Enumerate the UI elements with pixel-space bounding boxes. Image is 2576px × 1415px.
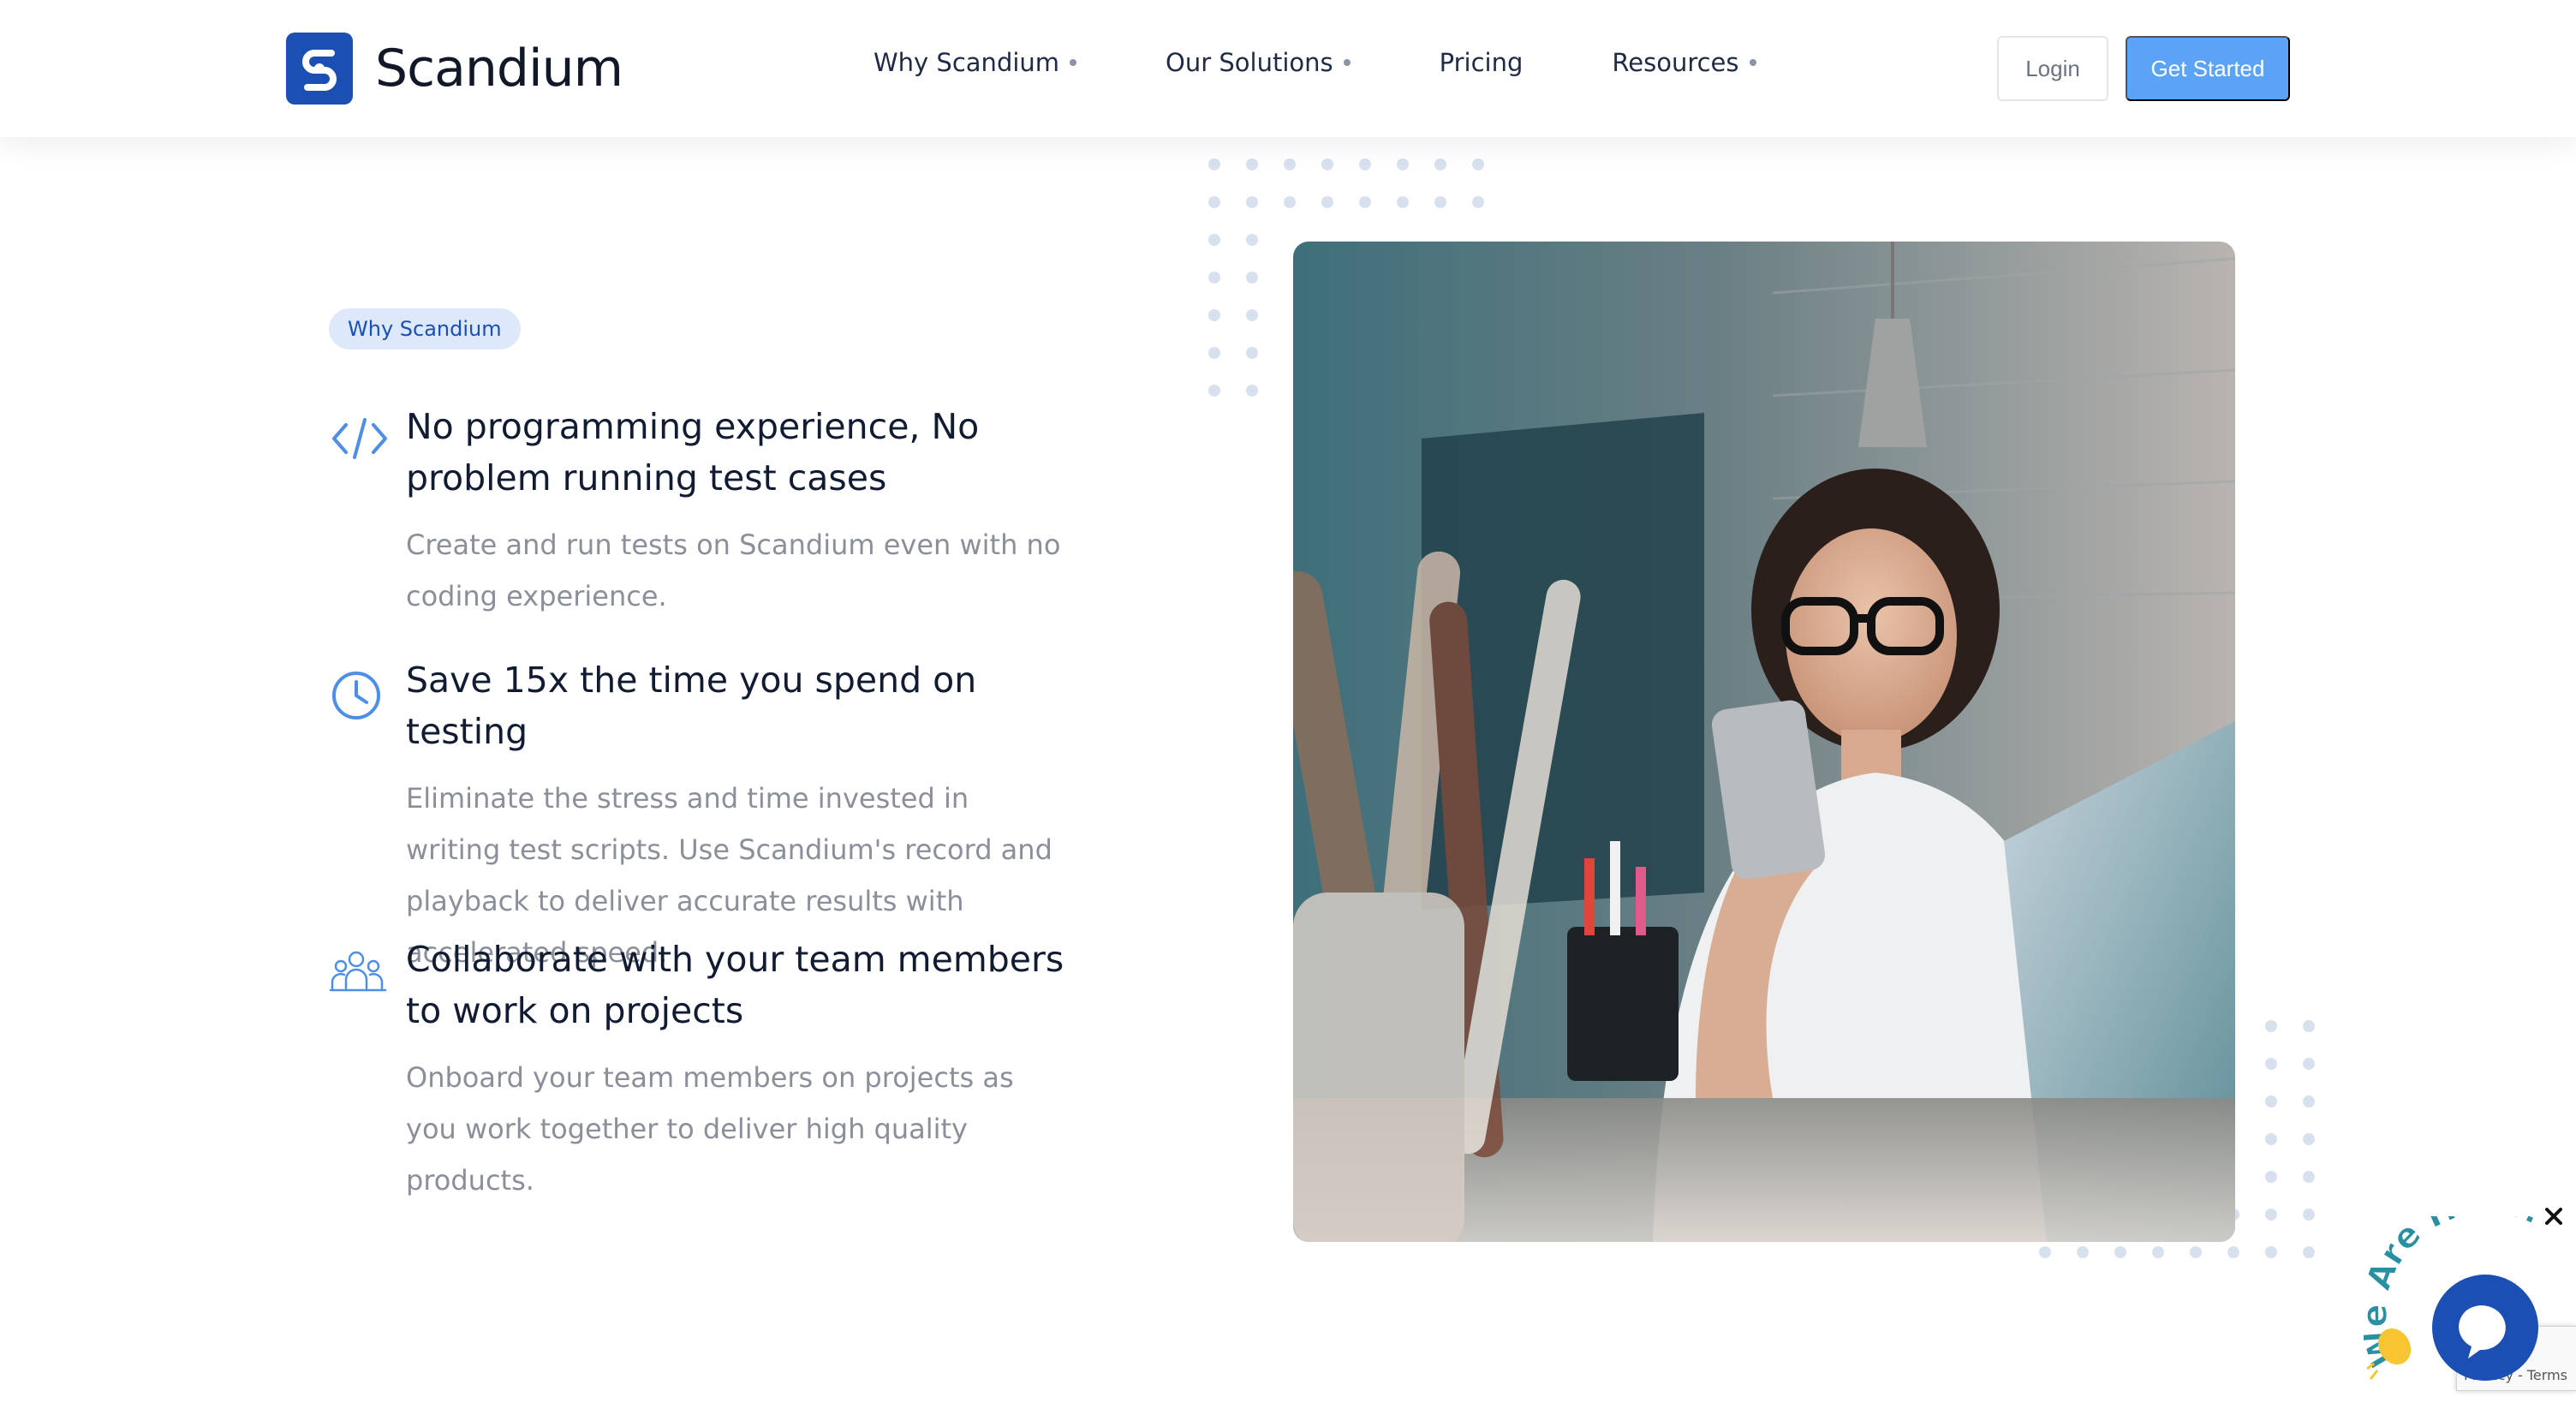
decorative-dot xyxy=(1208,234,1220,246)
brand-name: Scandium xyxy=(375,39,623,99)
decorative-dot xyxy=(2303,1171,2315,1183)
decorative-dot xyxy=(1246,272,1258,284)
brand-logo[interactable]: Scandium xyxy=(286,33,623,104)
feature-no-code: No programming experience, No problem ru… xyxy=(329,401,1065,622)
site-header: Scandium Why Scandium Our Solutions Pric… xyxy=(0,0,2576,137)
decorative-dot xyxy=(1284,158,1296,170)
dropdown-dot-icon xyxy=(1070,59,1077,66)
nav-resources[interactable]: Resources xyxy=(1612,48,1756,77)
decorative-dot xyxy=(2265,1058,2277,1070)
code-icon xyxy=(329,408,391,469)
decorative-dot xyxy=(2265,1171,2277,1183)
decorative-dot xyxy=(2227,1246,2239,1258)
decorative-dot xyxy=(1434,158,1446,170)
decorative-dot xyxy=(1397,158,1409,170)
decorative-dot xyxy=(1208,272,1220,284)
decorative-dot xyxy=(2152,1246,2164,1258)
feature-title: Save 15x the time you spend on testing xyxy=(406,660,977,752)
decorative-dot xyxy=(2190,1246,2202,1258)
decorative-dot xyxy=(2265,1209,2277,1221)
feature-title: No programming experience, No problem ru… xyxy=(406,406,980,499)
decorative-dot xyxy=(1321,196,1333,208)
nav-pricing[interactable]: Pricing xyxy=(1440,48,1524,77)
feature-save-time: Save 15x the time you spend on testing E… xyxy=(329,654,1065,978)
dropdown-dot-icon xyxy=(1749,59,1756,66)
decorative-dot xyxy=(2303,1209,2315,1221)
chat-widget[interactable]: We Are Here! xyxy=(2355,1182,2576,1415)
nav-why-scandium[interactable]: Why Scandium xyxy=(874,48,1077,77)
decorative-dot xyxy=(2265,1246,2277,1258)
decorative-dot xyxy=(1284,196,1296,208)
clock-icon xyxy=(329,661,391,723)
feature-text: Create and run tests on Scandium even wi… xyxy=(406,528,1061,612)
feature-collaborate: Collaborate with your team members to wo… xyxy=(329,934,1065,1206)
main-nav: Why Scandium Our Solutions Pricing Resou… xyxy=(874,48,1846,77)
decorative-dot xyxy=(1246,347,1258,359)
decorative-dot xyxy=(1246,234,1258,246)
decorative-dot xyxy=(1246,196,1258,208)
feature-text: Onboard your team members on projects as… xyxy=(406,1061,1014,1197)
login-button[interactable]: Login xyxy=(1997,36,2108,101)
decorative-dot xyxy=(2303,1096,2315,1108)
scandium-logo-icon xyxy=(286,33,353,104)
decorative-dot xyxy=(1208,196,1220,208)
decorative-dot xyxy=(1472,196,1484,208)
feature-title: Collaborate with your team members to wo… xyxy=(406,939,1064,1031)
decorative-dot xyxy=(1246,158,1258,170)
decorative-dot xyxy=(2077,1246,2089,1258)
decorative-dot xyxy=(2039,1246,2051,1258)
nav-label: Why Scandium xyxy=(874,48,1060,77)
nav-label: Resources xyxy=(1612,48,1739,77)
decorative-dot xyxy=(2265,1133,2277,1145)
decorative-dot xyxy=(2303,1058,2315,1070)
section-badge: Why Scandium xyxy=(329,308,521,349)
decorative-dot xyxy=(1359,196,1371,208)
decorative-dot xyxy=(1208,309,1220,321)
decorative-dot xyxy=(1359,158,1371,170)
decorative-dot xyxy=(1208,158,1220,170)
decorative-dot xyxy=(2303,1246,2315,1258)
nav-label: Pricing xyxy=(1439,48,1524,77)
dropdown-dot-icon xyxy=(1343,59,1351,66)
decorative-dot xyxy=(1208,385,1220,397)
decorative-dot xyxy=(2303,1133,2315,1145)
team-icon xyxy=(329,940,391,1002)
decorative-dot xyxy=(1397,196,1409,208)
decorative-dot xyxy=(1472,158,1484,170)
hero-photo xyxy=(1293,242,2235,1242)
decorative-dot xyxy=(2114,1246,2126,1258)
decorative-dot xyxy=(2265,1096,2277,1108)
decorative-dot xyxy=(1246,309,1258,321)
decorative-dot xyxy=(1208,347,1220,359)
nav-label: Our Solutions xyxy=(1166,48,1333,77)
decorative-dot xyxy=(1434,196,1446,208)
decorative-dot xyxy=(2303,1020,2315,1032)
get-started-button[interactable]: Get Started xyxy=(2126,36,2290,101)
decorative-dot xyxy=(1246,385,1258,397)
nav-our-solutions[interactable]: Our Solutions xyxy=(1166,48,1351,77)
decorative-dot xyxy=(2265,1020,2277,1032)
decorative-dot xyxy=(1321,158,1333,170)
